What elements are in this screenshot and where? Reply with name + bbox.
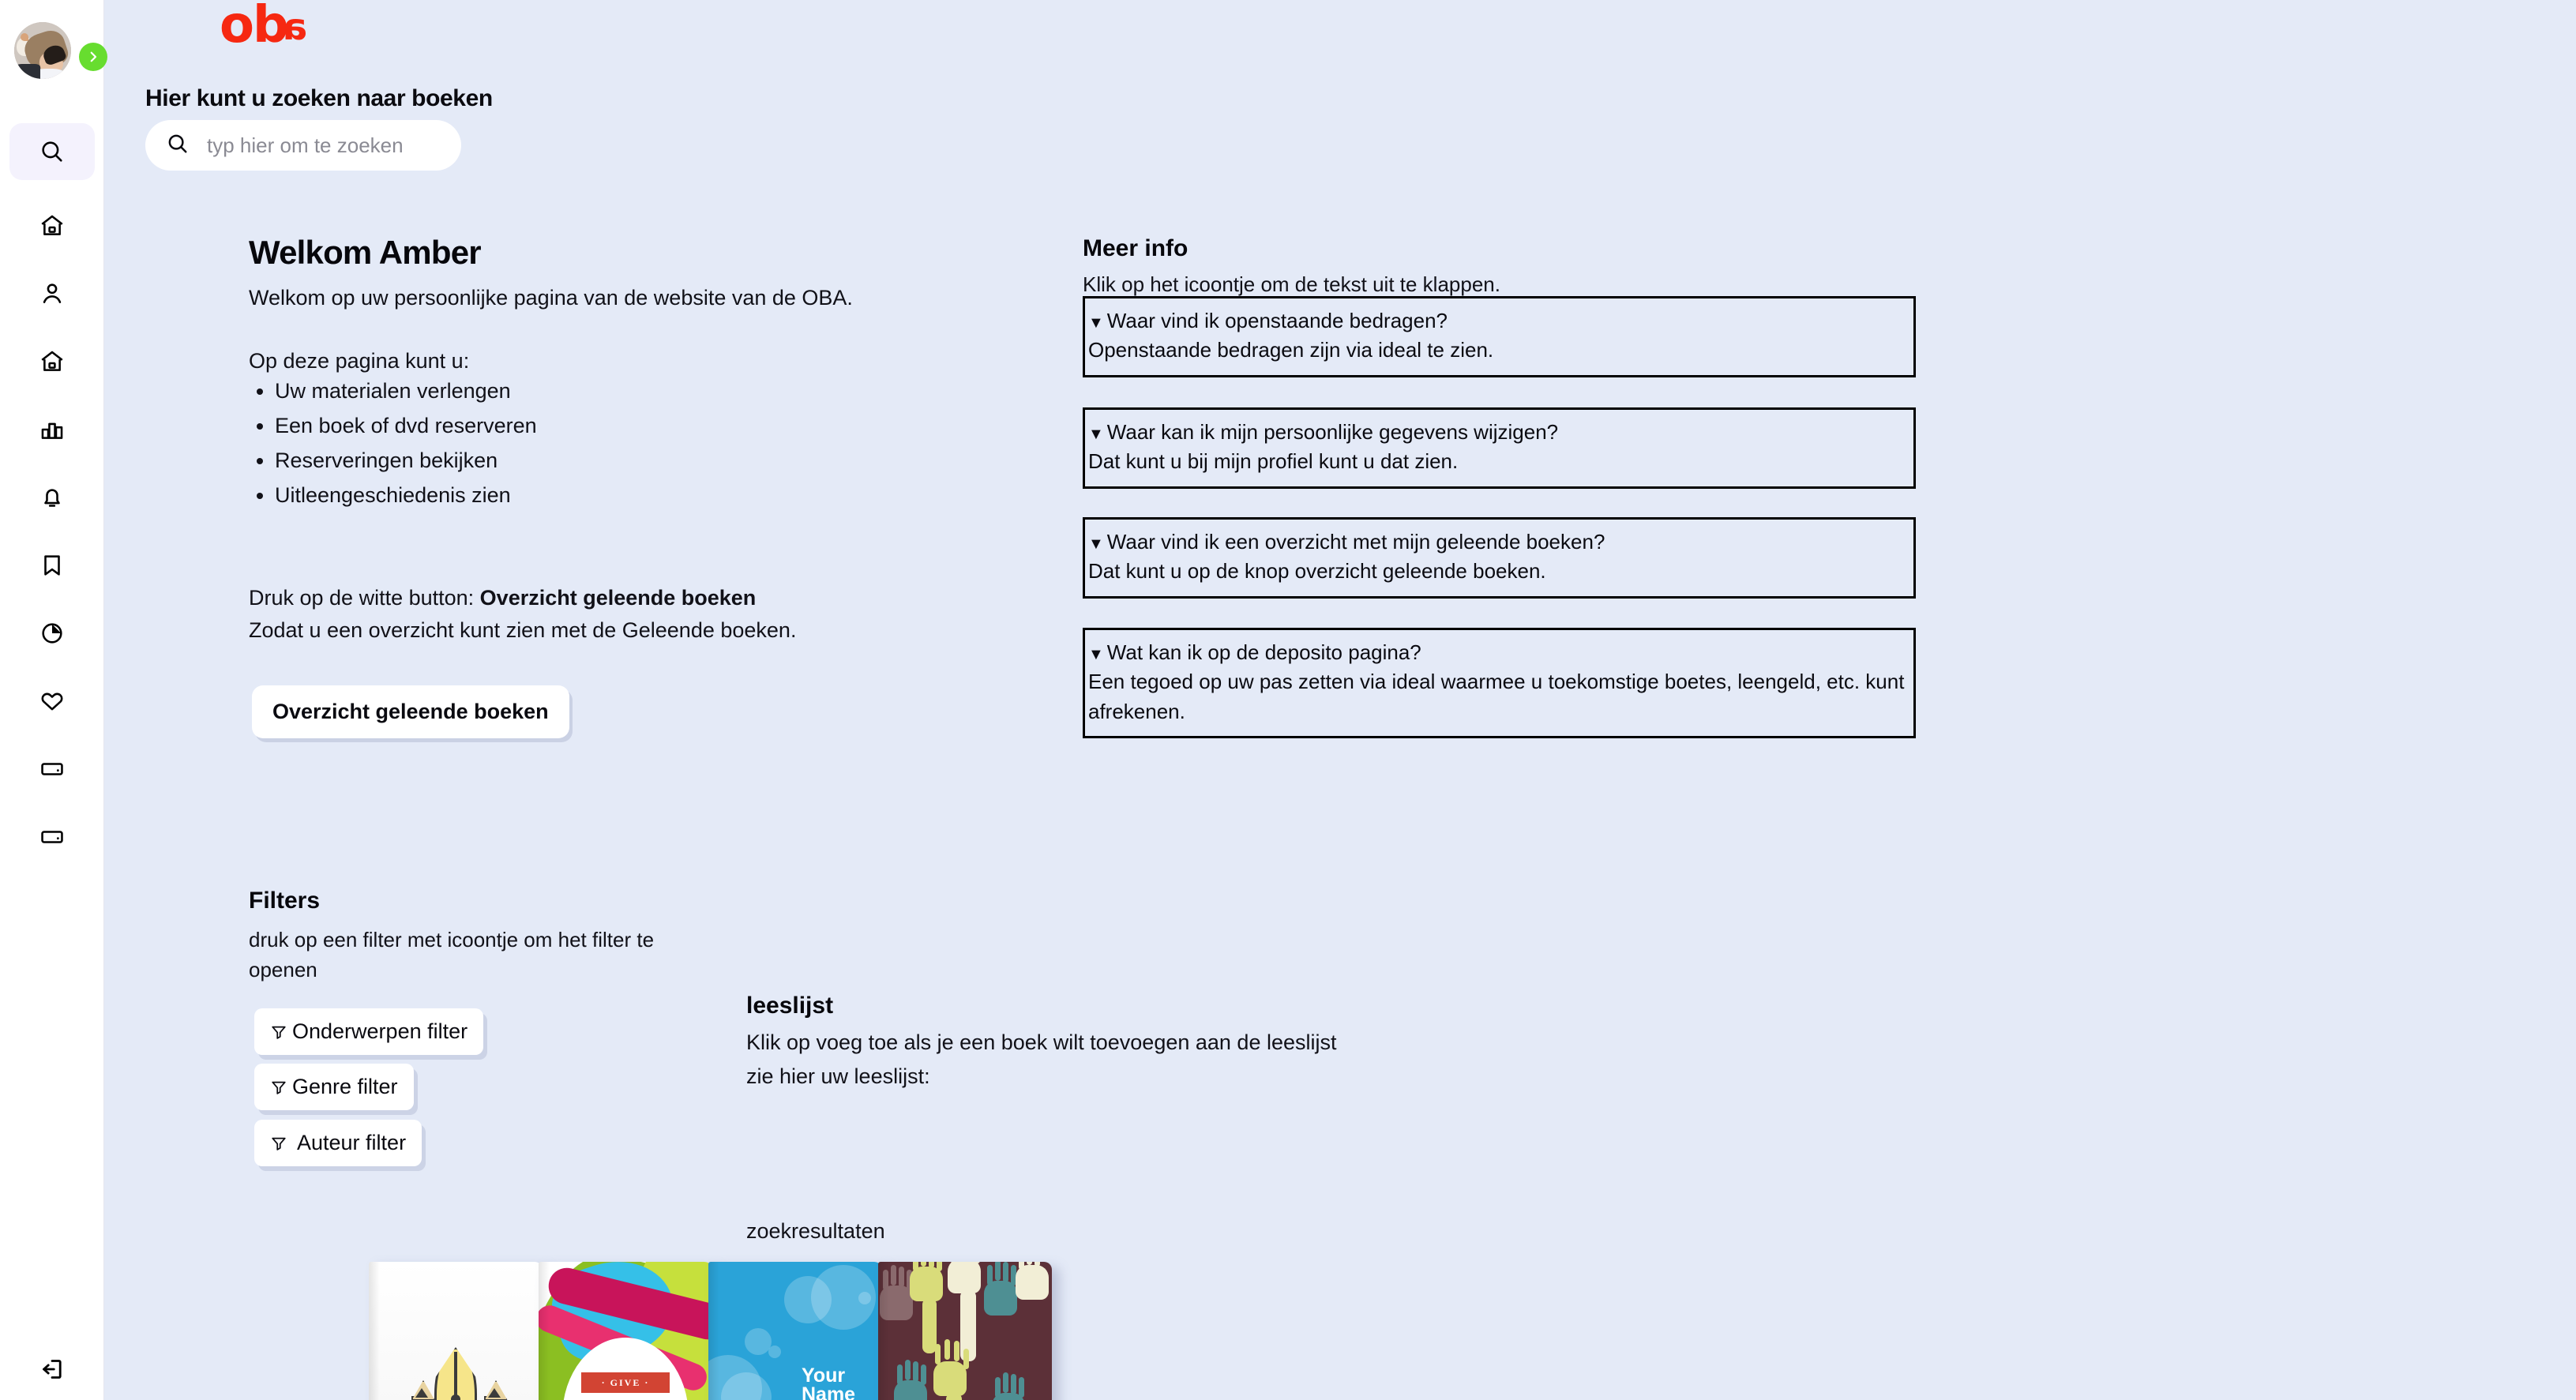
- list-item: Uitleengeschiedenis zien: [275, 483, 537, 509]
- filter-icon: [270, 1023, 287, 1041]
- genre-filter-button[interactable]: Genre filter: [254, 1064, 414, 1110]
- accordion-answer: Dat kunt u op de knop overzicht geleende…: [1088, 559, 1546, 584]
- bell-icon: [39, 484, 66, 511]
- accordion-question-text: Wat kan ik op de deposito pagina?: [1106, 640, 1421, 664]
- wallet-icon: [39, 756, 66, 783]
- cover-ribbon: · GIVE ·: [581, 1372, 670, 1393]
- pie-chart-icon: [39, 620, 66, 647]
- chevron-down-icon[interactable]: ▼: [1088, 646, 1104, 663]
- list-item: Reserveringen bekijken: [275, 449, 537, 474]
- cover-title: Your Name: [802, 1364, 856, 1400]
- search-icon: [39, 138, 66, 165]
- accordion-question[interactable]: ▼ Waar vind ik openstaande bedragen?: [1088, 306, 1910, 336]
- list-item: Een boek of dvd reserveren: [275, 414, 537, 439]
- filter-button-label: Onderwerpen filter: [292, 1019, 468, 1043]
- book-cover-hands[interactable]: [878, 1262, 1052, 1400]
- filter-icon: [270, 1079, 287, 1096]
- onderwerpen-filter-button[interactable]: Onderwerpen filter: [254, 1008, 484, 1055]
- avatar-image: [14, 22, 71, 79]
- person-icon: [39, 280, 66, 307]
- left-sidebar: [0, 0, 107, 1400]
- list-intro: Op deze pagina kunt u:: [249, 349, 470, 373]
- sidebar-item-zoeken[interactable]: [9, 123, 95, 180]
- sidebar-item-mijn-oba[interactable]: [9, 333, 95, 390]
- accordion-question[interactable]: ▼ Waar vind ik een overzicht met mijn gel…: [1088, 527, 1910, 557]
- accordion-question[interactable]: ▼ Waar kan ik mijn persoonlijke gegevens …: [1088, 418, 1910, 447]
- filters-subtitle: druk op een filter met icoontje om het f…: [249, 928, 655, 982]
- sidebar-item-profiel[interactable]: [9, 265, 95, 322]
- accordion-item-openstaande-bedragen[interactable]: ▼ Waar vind ik openstaande bedragen? Open…: [1083, 296, 1916, 377]
- sidebar-item-leeslijst[interactable]: [9, 537, 95, 594]
- home-alt-icon: [39, 348, 66, 375]
- accordion-question-text: Waar vind ik een overzicht met mijn gele…: [1106, 530, 1605, 554]
- oba-logo: oba: [220, 0, 307, 54]
- sidebar-item-deposito[interactable]: [9, 741, 95, 798]
- accordion-question-text: Waar kan ik mijn persoonlijke gegevens w…: [1106, 420, 1559, 444]
- meer-info-heading: Meer info: [1083, 235, 1188, 261]
- chevron-down-icon[interactable]: ▼: [1088, 426, 1104, 443]
- search-title: Hier kunt u zoeken naar boeken: [145, 85, 493, 111]
- book-cover-give-thanks[interactable]: · GIVE · THANKS IN EVERYTHING: [539, 1262, 712, 1400]
- accordion-answer: Een tegoed op uw pas zetten via ideal wa…: [1088, 670, 1905, 723]
- search-bar[interactable]: [145, 120, 461, 171]
- accordion-item-persoonlijke-gegevens[interactable]: ▼ Waar kan ik mijn persoonlijke gegevens …: [1083, 407, 1916, 489]
- filter-icon: [270, 1135, 287, 1152]
- home-icon: [39, 212, 66, 239]
- auteur-filter-button[interactable]: Auteur filter: [254, 1120, 422, 1166]
- page-title: Welkom Amber: [249, 234, 482, 271]
- bar-chart-icon: [39, 416, 66, 443]
- sidebar-item-betalingen[interactable]: [9, 809, 95, 865]
- sidebar-item-home[interactable]: [9, 197, 95, 254]
- zoekresultaten-label: zoekresultaten: [746, 1219, 885, 1243]
- welcome-subtitle: Welkom op uw persoonlijke pagina van de …: [249, 286, 853, 310]
- filter-button-label: Genre filter: [292, 1075, 398, 1098]
- accordion-question[interactable]: ▼ Wat kan ik op de deposito pagina?: [1088, 638, 1910, 667]
- overzicht-geleende-boeken-button[interactable]: Overzicht geleende boeken: [252, 685, 569, 738]
- list-item: Uw materialen verlengen: [275, 379, 537, 404]
- cta-bold: Overzicht geleende boeken: [479, 586, 757, 610]
- heart-icon: [39, 688, 66, 715]
- accordion-answer: Openstaande bedragen zijn via ideal te z…: [1088, 338, 1494, 362]
- leeslijst-line-1: Klik op voeg toe als je een boek wilt to…: [746, 1030, 1337, 1054]
- leeslijst-heading: leeslijst: [746, 993, 834, 1019]
- accordion-question-text: Waar vind ik openstaande bedragen?: [1106, 309, 1448, 332]
- search-input[interactable]: [207, 133, 444, 158]
- logout-icon: [39, 1356, 66, 1383]
- wallet-alt-icon: [39, 824, 66, 850]
- meer-info-subtitle: Klik op het icoontje om de tekst uit te …: [1083, 272, 1500, 296]
- feature-list: Uw materialen verlengen Een boek of dvd …: [275, 379, 537, 517]
- cta-instruction: Druk op de witte button: Overzicht gelee…: [249, 586, 756, 610]
- chevron-right-icon[interactable]: [79, 43, 107, 71]
- leeslijst-line-2: zie hier uw leeslijst:: [746, 1064, 930, 1088]
- main-content: oba Hier kunt u zoeken naar boeken Welko…: [104, 0, 2576, 1400]
- sidebar-item-meldingen[interactable]: [9, 469, 95, 526]
- chevron-down-icon[interactable]: ▼: [1088, 314, 1104, 332]
- logo-tail: a: [284, 6, 307, 48]
- sidebar-item-uitloggen[interactable]: [9, 1341, 95, 1398]
- chevron-down-icon[interactable]: ▼: [1088, 535, 1104, 553]
- sidebar-item-favorieten[interactable]: [9, 673, 95, 730]
- accordion-item-geleende-boeken[interactable]: ▼ Waar vind ik een overzicht met mijn gel…: [1083, 517, 1916, 599]
- filters-heading: Filters: [249, 888, 321, 914]
- app-root: oba Hier kunt u zoeken naar boeken Welko…: [0, 0, 2576, 1400]
- bookmark-icon: [39, 552, 66, 579]
- book-cover-pen-and-pencils[interactable]: [369, 1262, 543, 1400]
- cta-prefix: Druk op de witte button:: [249, 586, 480, 610]
- sidebar-item-overzicht[interactable]: [9, 605, 95, 662]
- search-icon: [166, 132, 190, 160]
- filter-button-label: Auteur filter: [297, 1131, 407, 1154]
- accordion-item-deposito-pagina[interactable]: ▼ Wat kan ik op de deposito pagina? Een t…: [1083, 628, 1916, 739]
- sidebar-item-statistieken[interactable]: [9, 401, 95, 458]
- accordion-answer: Dat kunt u bij mijn profiel kunt u dat z…: [1088, 449, 1459, 474]
- book-cover-your-name[interactable]: Your Name: [708, 1262, 882, 1400]
- avatar[interactable]: [14, 22, 71, 79]
- cta-note: Zodat u een overzicht kunt zien met de G…: [249, 618, 797, 642]
